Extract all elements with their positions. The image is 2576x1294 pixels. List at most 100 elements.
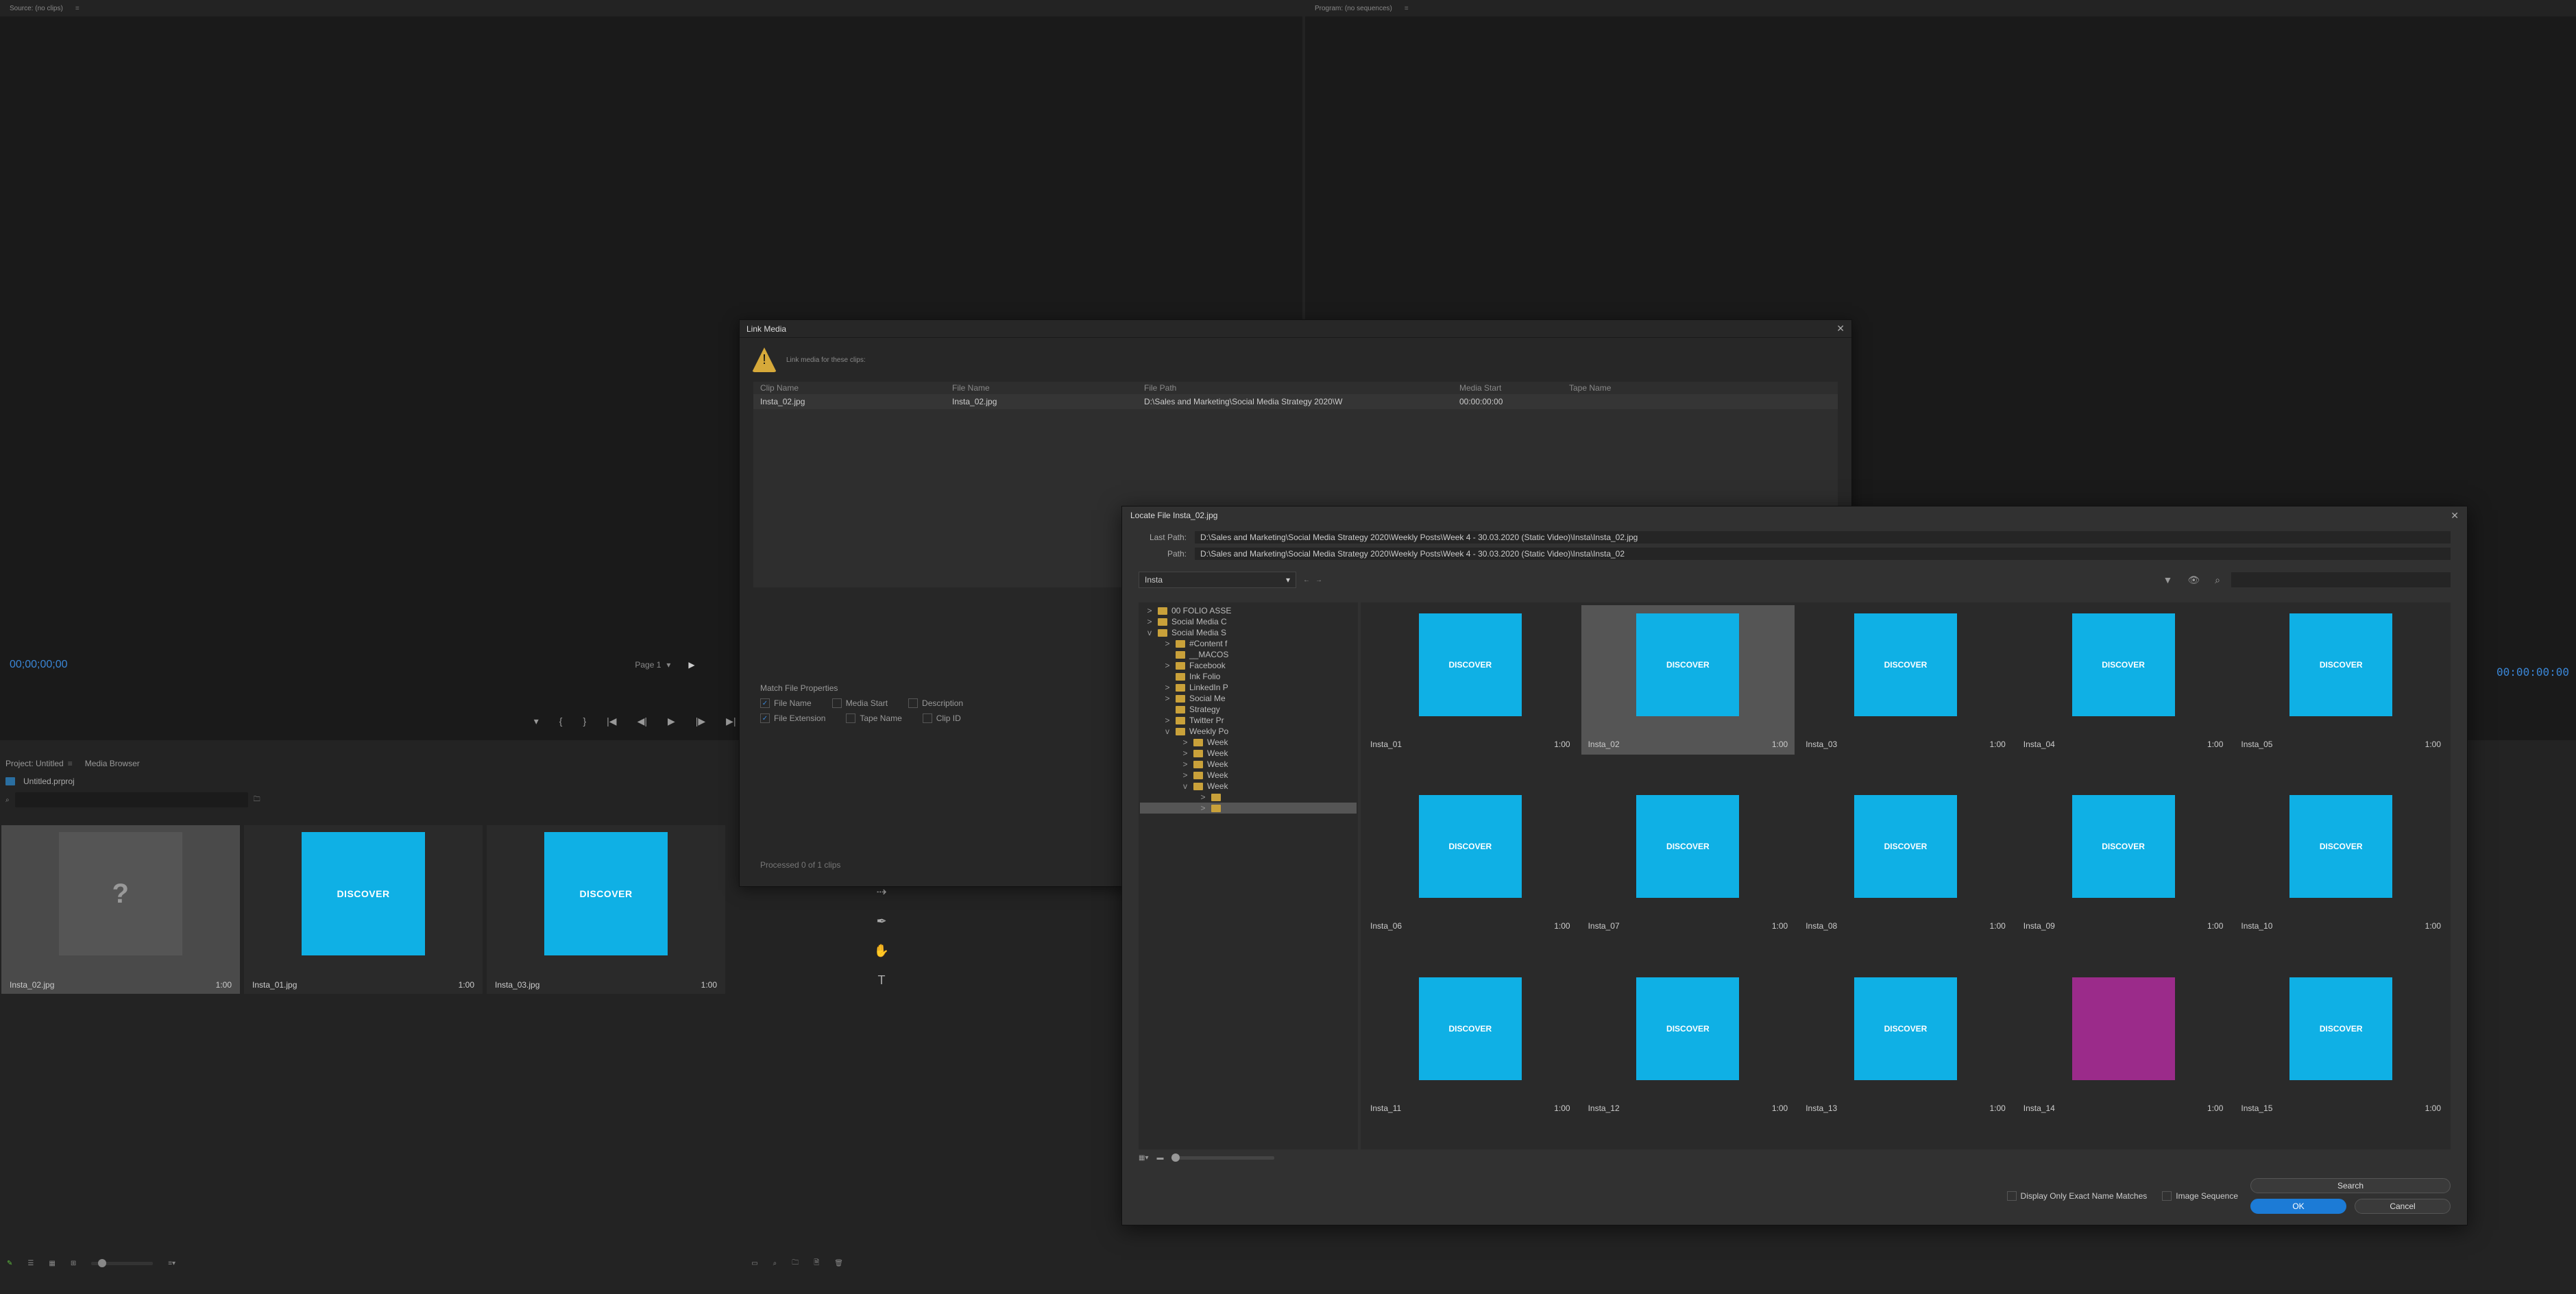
clear-icon[interactable]: 🗑 — [834, 1260, 843, 1267]
expander-icon[interactable]: > — [1163, 716, 1171, 725]
expander-icon[interactable]: > — [1145, 617, 1154, 626]
goto-out-icon[interactable]: ▶| — [726, 716, 736, 727]
chk-media-start[interactable]: Media Start — [832, 698, 888, 708]
expander-icon[interactable]: > — [1163, 661, 1171, 670]
step-back-icon[interactable]: ◀| — [637, 716, 647, 727]
col-clip-name[interactable]: Clip Name — [760, 383, 952, 393]
chk-file-ext[interactable]: File Extension — [760, 713, 825, 723]
folder-icon[interactable]: 🗀 — [254, 794, 260, 806]
zoom-slider[interactable] — [91, 1262, 153, 1265]
grid-cell[interactable]: DISCOVER Insta_121:00 — [1581, 969, 1795, 1119]
grid-cell[interactable]: DISCOVER Insta_151:00 — [2234, 969, 2448, 1119]
automate-icon[interactable]: ▭ — [751, 1260, 757, 1267]
tree-item[interactable]: >Facebook — [1140, 660, 1357, 671]
locate-search-input[interactable] — [2231, 572, 2451, 587]
ok-button[interactable]: OK — [2250, 1199, 2346, 1214]
new-item-icon[interactable]: 🗎 — [814, 1258, 819, 1269]
program-timecode[interactable]: 00:00:00:00 — [2496, 666, 2569, 679]
tree-item[interactable]: >Social Media C — [1140, 616, 1357, 627]
program-tab[interactable]: Program: (no sequences) — [1311, 3, 1396, 14]
search-button[interactable]: Search — [2250, 1178, 2451, 1193]
goto-in-icon[interactable]: |◀ — [607, 716, 616, 727]
tree-item[interactable]: >LinkedIn P — [1140, 682, 1357, 693]
source-tab[interactable]: Source: (no clips) — [5, 3, 67, 14]
chk-display-only[interactable]: Display Only Exact Name Matches — [2007, 1191, 2148, 1201]
thumb-size-slider[interactable] — [1171, 1156, 1274, 1160]
tree-item[interactable]: >Social Me — [1140, 693, 1357, 704]
locate-titlebar[interactable]: Locate File Insta_02.jpg ✕ — [1122, 506, 2467, 524]
tree-item[interactable]: vWeekly Po — [1140, 726, 1357, 737]
play-icon[interactable]: ▶ — [688, 660, 694, 670]
tree-item[interactable]: __MACOS — [1140, 649, 1357, 660]
tree-item[interactable]: >Week — [1140, 748, 1357, 759]
tree-item[interactable]: >Twitter Pr — [1140, 715, 1357, 726]
filter-icon[interactable]: ▼ — [2159, 574, 2177, 585]
track-select-tool-icon[interactable]: ⇢ — [876, 885, 886, 899]
grid-cell[interactable]: DISCOVER Insta_041:00 — [2017, 605, 2231, 755]
grid-cell[interactable]: Insta_141:00 — [2017, 969, 2231, 1119]
expander-icon[interactable]: v — [1163, 727, 1171, 736]
mark-in-icon[interactable]: { — [559, 716, 563, 727]
grid-cell[interactable]: DISCOVER Insta_081:00 — [1799, 787, 2013, 936]
tree-item[interactable]: vWeek — [1140, 781, 1357, 792]
folder-dropdown[interactable]: Insta ▾ — [1139, 572, 1296, 588]
panel-menu-icon[interactable]: ≡ — [75, 5, 80, 12]
expander-icon[interactable]: > — [1163, 683, 1171, 692]
type-tool-icon[interactable]: T — [878, 973, 886, 988]
tree-item[interactable]: >00 FOLIO ASSE — [1140, 605, 1357, 616]
eye-icon[interactable]: 👁 — [2183, 574, 2204, 586]
expander-icon[interactable]: > — [1163, 639, 1171, 648]
cancel-button[interactable]: Cancel — [2355, 1199, 2451, 1214]
tree-item[interactable]: >Week — [1140, 737, 1357, 748]
search-input[interactable] — [15, 792, 248, 807]
grid-cell[interactable]: DISCOVER Insta_021:00 — [1581, 605, 1795, 755]
pen-tool-icon[interactable]: ✒ — [876, 914, 886, 929]
page-control[interactable]: Page 1 ▾ ▶ — [635, 660, 694, 670]
new-bin-icon[interactable]: 🗀 — [792, 1258, 799, 1269]
col-file-path[interactable]: File Path — [1144, 383, 1459, 393]
expander-icon[interactable]: > — [1181, 770, 1189, 780]
close-icon[interactable]: ✕ — [2451, 510, 2459, 522]
thumbnail-view-icon[interactable]: ▦▾ — [1139, 1154, 1148, 1162]
tree-item[interactable]: vSocial Media S — [1140, 627, 1357, 638]
icon-view-icon[interactable]: ▦ — [49, 1260, 55, 1267]
tree-item[interactable]: Ink Folio — [1140, 671, 1357, 682]
sort-icon[interactable]: ≡▾ — [168, 1260, 175, 1267]
grid-cell[interactable]: DISCOVER Insta_031:00 — [1799, 605, 2013, 755]
expander-icon[interactable]: > — [1199, 792, 1207, 802]
expander-icon[interactable]: > — [1181, 759, 1189, 769]
grid-cell[interactable]: DISCOVER Insta_011:00 — [1363, 605, 1577, 755]
grid-cell[interactable]: DISCOVER Insta_071:00 — [1581, 787, 1795, 936]
write-enable-icon[interactable]: ✎ — [7, 1260, 12, 1267]
hand-tool-icon[interactable]: ✋ — [874, 944, 889, 958]
grid-cell[interactable]: DISCOVER Insta_091:00 — [2017, 787, 2231, 936]
tree-item[interactable]: >Week — [1140, 770, 1357, 781]
tab-media-browser[interactable]: Media Browser — [85, 759, 140, 768]
table-row[interactable]: Insta_02.jpg Insta_02.jpg D:\Sales and M… — [753, 394, 1838, 409]
close-icon[interactable]: ✕ — [1836, 323, 1845, 334]
chk-description[interactable]: Description — [908, 698, 963, 708]
panel-menu-icon[interactable]: ≡ — [68, 759, 73, 768]
col-file-name[interactable]: File Name — [952, 383, 1144, 393]
grid-cell[interactable]: DISCOVER Insta_111:00 — [1363, 969, 1577, 1119]
find-icon[interactable]: ⌕ — [773, 1260, 777, 1267]
step-forward-icon[interactable]: |▶ — [696, 716, 705, 727]
project-thumb[interactable]: ? Insta_02.jpg1:00 — [1, 825, 240, 994]
nav-back-icon[interactable]: ← — [1303, 576, 1310, 584]
chk-tape-name[interactable]: Tape Name — [846, 713, 901, 723]
play-icon[interactable]: ▶ — [668, 716, 675, 727]
tab-project[interactable]: Project: Untitled ≡ — [5, 759, 73, 768]
freeform-view-icon[interactable]: ⊞ — [71, 1260, 76, 1267]
grid-cell[interactable]: DISCOVER Insta_101:00 — [2234, 787, 2448, 936]
grid-cell[interactable]: DISCOVER Insta_061:00 — [1363, 787, 1577, 936]
list-view-icon[interactable]: ☰ — [27, 1260, 34, 1267]
chk-image-sequence[interactable]: Image Sequence — [2162, 1191, 2238, 1201]
expander-icon[interactable]: v — [1145, 628, 1154, 637]
expander-icon[interactable]: v — [1181, 781, 1189, 791]
tree-item[interactable]: > — [1140, 803, 1357, 814]
file-grid[interactable]: DISCOVER Insta_011:00DISCOVER Insta_021:… — [1361, 602, 2451, 1149]
mark-out-icon[interactable]: } — [583, 716, 586, 727]
add-marker-icon[interactable]: ▾ — [534, 716, 539, 727]
tree-item[interactable]: Strategy — [1140, 704, 1357, 715]
expander-icon[interactable]: > — [1199, 803, 1207, 813]
